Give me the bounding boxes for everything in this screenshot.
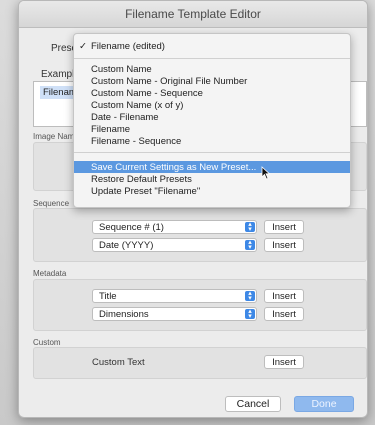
updown-arrow-icon: ▴ ▾ (245, 308, 255, 320)
sequence-select[interactable]: Sequence # (1) ▴ ▾ (92, 220, 257, 234)
insert-title-button[interactable]: Insert (264, 289, 304, 303)
window-title: Filename Template Editor (19, 1, 367, 28)
menu-item-save-as-new-preset[interactable]: Save Current Settings as New Preset... (91, 162, 256, 173)
insert-sequence-button[interactable]: Insert (264, 220, 304, 234)
insert-date-button[interactable]: Insert (264, 238, 304, 252)
updown-arrow-icon: ▴ ▾ (245, 221, 255, 233)
menu-item-date-filename[interactable]: Date - Filename (91, 112, 159, 123)
dimensions-select[interactable]: Dimensions ▴ ▾ (92, 307, 257, 321)
menu-item-filename-edited[interactable]: Filename (edited) (91, 41, 165, 52)
metadata-group (33, 279, 367, 331)
preset-popup-menu: ✓ Filename (edited) Custom Name Custom N… (73, 33, 351, 208)
menu-separator (74, 58, 350, 59)
sequence-section-label: Sequence (33, 199, 70, 208)
menu-item-filename[interactable]: Filename (91, 124, 130, 135)
checkmark-icon: ✓ (79, 41, 87, 52)
date-select[interactable]: Date (YYYY) ▴ ▾ (92, 238, 257, 252)
insert-dimensions-button[interactable]: Insert (264, 307, 304, 321)
date-select-value: Date (YYYY) (99, 240, 154, 251)
sequence-select-value: Sequence # (1) (99, 222, 164, 233)
done-button[interactable]: Done (294, 396, 354, 412)
custom-group (33, 347, 367, 379)
insert-custom-text-button[interactable]: Insert (264, 355, 304, 369)
sequence-group (33, 208, 367, 262)
dimensions-select-value: Dimensions (99, 309, 149, 320)
menu-item-custom-name-sequence[interactable]: Custom Name - Sequence (91, 88, 203, 99)
updown-arrow-icon: ▴ ▾ (245, 290, 255, 302)
menu-separator (74, 152, 350, 153)
cancel-button[interactable]: Cancel (225, 396, 281, 412)
title-select[interactable]: Title ▴ ▾ (92, 289, 257, 303)
menu-item-update-preset[interactable]: Update Preset "Filename" (91, 186, 200, 197)
updown-arrow-icon: ▴ ▾ (245, 239, 255, 251)
mouse-pointer-icon (261, 166, 271, 180)
title-select-value: Title (99, 291, 117, 302)
metadata-section-label: Metadata (33, 269, 67, 278)
menu-item-custom-name-x-of-y[interactable]: Custom Name (x of y) (91, 100, 183, 111)
menu-item-custom-name[interactable]: Custom Name (91, 64, 152, 75)
menu-item-restore-default-presets[interactable]: Restore Default Presets (91, 174, 192, 185)
image-name-section-label: Image Name (33, 132, 79, 141)
menu-item-filename-sequence[interactable]: Filename - Sequence (91, 136, 181, 147)
custom-section-label: Custom (33, 338, 61, 347)
menu-item-custom-name-original-file-number[interactable]: Custom Name - Original File Number (91, 76, 247, 87)
custom-text-label: Custom Text (92, 357, 145, 368)
